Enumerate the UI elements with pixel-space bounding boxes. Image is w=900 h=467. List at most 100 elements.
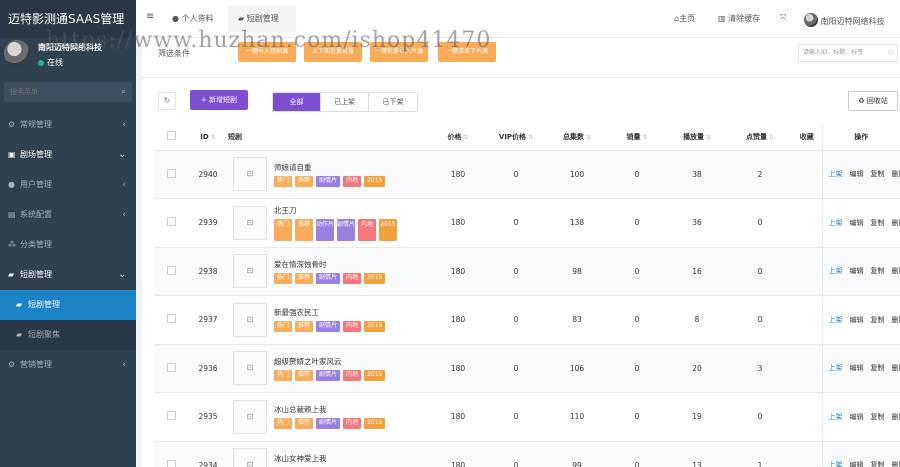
image-placeholder-icon[interactable]: ⊡ <box>233 157 267 192</box>
edit-button[interactable]: 编辑 <box>850 315 864 325</box>
delete-button[interactable]: 删除 <box>892 169 900 179</box>
sidebar-item-drama-manage[interactable]: ▰ 短剧管理 <box>0 290 136 320</box>
delete-button[interactable]: 删除 <box>892 315 900 325</box>
image-placeholder-icon[interactable]: ⊡ <box>233 254 267 289</box>
image-placeholder-icon[interactable]: ⊡ <box>233 205 267 240</box>
col-id[interactable]: ID ⇅ <box>188 124 228 151</box>
copy-button[interactable]: 复制 <box>871 266 885 276</box>
menu-search-input[interactable] <box>4 82 132 102</box>
tag-badge: 剧情片 <box>316 369 341 381</box>
col-vip-price[interactable]: VIP价格 ⇅ <box>486 124 546 151</box>
list-button[interactable]: 上架 <box>829 363 843 373</box>
select-all-checkbox[interactable] <box>166 131 176 141</box>
row-checkbox[interactable] <box>166 314 176 324</box>
col-price[interactable]: 价格 ⇅ <box>430 124 486 151</box>
delete-button[interactable]: 删除 <box>892 218 900 228</box>
tab-profile[interactable]: ● 个人资料 <box>172 13 214 24</box>
table-search-input[interactable]: 请输入ID、标题、标签 ○ <box>798 44 898 62</box>
thumb-cell: ⊡ <box>228 344 272 393</box>
copy-button[interactable]: 复制 <box>871 363 885 373</box>
add-drama-button[interactable]: + 新增短剧 <box>190 90 248 110</box>
refresh-button[interactable]: ↻ <box>158 92 176 110</box>
clear-cache-link[interactable]: ▥ 清除缓存 <box>718 13 760 24</box>
edit-button[interactable]: 编辑 <box>850 218 864 228</box>
import-source-button[interactable]: 一键导入短剧源 <box>238 42 296 62</box>
row-select-cell <box>154 295 188 345</box>
row-price: 180 <box>430 441 486 467</box>
image-placeholder-icon[interactable]: ⊡ <box>233 448 267 467</box>
avatar[interactable] <box>4 40 30 66</box>
row-price: 180 <box>430 392 486 442</box>
copy-button[interactable]: 复制 <box>871 412 885 422</box>
recycle-bin-button[interactable]: ♻ 回收站 <box>848 91 898 111</box>
list-button[interactable]: 上架 <box>829 218 843 228</box>
list-button[interactable]: 上架 <box>829 169 843 179</box>
tab-listed[interactable]: 已上架 <box>321 93 369 111</box>
list-button[interactable]: 上架 <box>829 266 843 276</box>
edit-button[interactable]: 编辑 <box>850 363 864 373</box>
topbar-user[interactable]: 南阳迈特网络科技 <box>804 10 885 27</box>
sidebar-item-general[interactable]: ⚙ 常规管理 ‹ <box>0 110 136 140</box>
sidebar-item-marketing[interactable]: ⚙ 营销管理 ‹ <box>0 350 136 380</box>
batch-remove-button[interactable]: 一键清单下片源 <box>438 42 496 62</box>
row-vip-price: 0 <box>486 344 546 393</box>
sidebar-item-category[interactable]: ⁂ 分类管理 <box>0 230 136 260</box>
delete-button[interactable]: 删除 <box>892 363 900 373</box>
row-checkbox[interactable] <box>166 411 176 421</box>
row-vip-price: 0 <box>486 150 546 199</box>
list-button[interactable]: 上架 <box>829 460 843 467</box>
row-checkbox[interactable] <box>166 265 176 275</box>
sidebar-item-theater[interactable]: ▣ 剧场管理 ⌄ <box>0 140 136 170</box>
copy-button[interactable]: 复制 <box>871 218 885 228</box>
list-button[interactable]: 上架 <box>829 412 843 422</box>
sidebar-item-drama-group[interactable]: ▰ 短剧管理 ⌄ <box>0 260 136 290</box>
row-likes: 0 <box>728 247 792 296</box>
profile-name[interactable]: 南阳迈特网络科技 <box>38 42 102 53</box>
edit-button[interactable]: 编辑 <box>850 169 864 179</box>
edit-button[interactable]: 编辑 <box>850 460 864 467</box>
sidebar-item-config[interactable]: ▤ 系统配置 ‹ <box>0 200 136 230</box>
list-button[interactable]: 上架 <box>829 315 843 325</box>
row-checkbox[interactable] <box>166 362 176 372</box>
copy-button[interactable]: 复制 <box>871 315 885 325</box>
select-all-cell <box>154 124 188 151</box>
home-link[interactable]: ⌂主页 <box>674 13 695 24</box>
copy-button[interactable]: 复制 <box>871 460 885 467</box>
col-likes[interactable]: 点赞量 ⇅ <box>728 124 792 151</box>
row-plays: 16 <box>666 247 728 296</box>
row-checkbox[interactable] <box>166 459 176 467</box>
delete-button[interactable]: 删除 <box>892 460 900 467</box>
delete-button[interactable]: 删除 <box>892 266 900 276</box>
edit-button[interactable]: 编辑 <box>850 412 864 422</box>
fullscreen-icon[interactable]: ⤧ <box>780 13 786 23</box>
drama-title: 超级赘婿之叶家风云 <box>274 356 342 366</box>
trash-icon: ▥ <box>718 14 729 23</box>
drama-info: 新最强农民工 热门 推荐 剧情片 内地 2015 <box>272 295 430 345</box>
col-label: 点赞量 <box>745 132 767 141</box>
tab-all[interactable]: 全部 <box>273 93 321 111</box>
col-sales[interactable]: 销量 ⇅ <box>608 124 666 151</box>
delete-button[interactable]: 删除 <box>892 412 900 422</box>
tab-unlisted[interactable]: 已下架 <box>369 93 417 111</box>
menu-toggle-icon[interactable]: ≡ <box>146 11 154 22</box>
batch-import-button[interactable]: 一键批量导入片源 <box>370 42 428 62</box>
col-plays[interactable]: 播放量 ⇅ <box>666 124 728 151</box>
drama-title: 爱在情深蚀骨时 <box>274 259 327 269</box>
search-icon[interactable]: ⌕ <box>121 87 126 97</box>
tag-list: 热门 推荐 剧情片 内地 2015 <box>274 418 430 430</box>
sidebar-item-users[interactable]: ● 用户管理 ‹ <box>0 170 136 200</box>
image-placeholder-icon[interactable]: ⊡ <box>233 399 267 434</box>
edit-button[interactable]: 编辑 <box>850 266 864 276</box>
col-episodes[interactable]: 总集数 ⇅ <box>546 124 608 151</box>
col-drama: 短剧 <box>228 124 272 151</box>
image-placeholder-icon[interactable]: ⊡ <box>233 351 267 386</box>
folder-icon: ▰ <box>16 300 23 309</box>
tag-list: 热门 推荐 动作片 剧情片 内地 2015 <box>274 218 430 241</box>
tab-drama[interactable]: ▰ 短剧管理 <box>238 13 279 24</box>
row-checkbox[interactable] <box>166 217 176 227</box>
image-placeholder-icon[interactable]: ⊡ <box>233 302 267 337</box>
sidebar-item-drama-focus[interactable]: ▰ 短剧聚焦 <box>0 320 136 350</box>
row-checkbox[interactable] <box>166 168 176 178</box>
copy-button[interactable]: 复制 <box>871 169 885 179</box>
batch-shelf-button[interactable]: 上下架批量设置 <box>304 42 362 62</box>
